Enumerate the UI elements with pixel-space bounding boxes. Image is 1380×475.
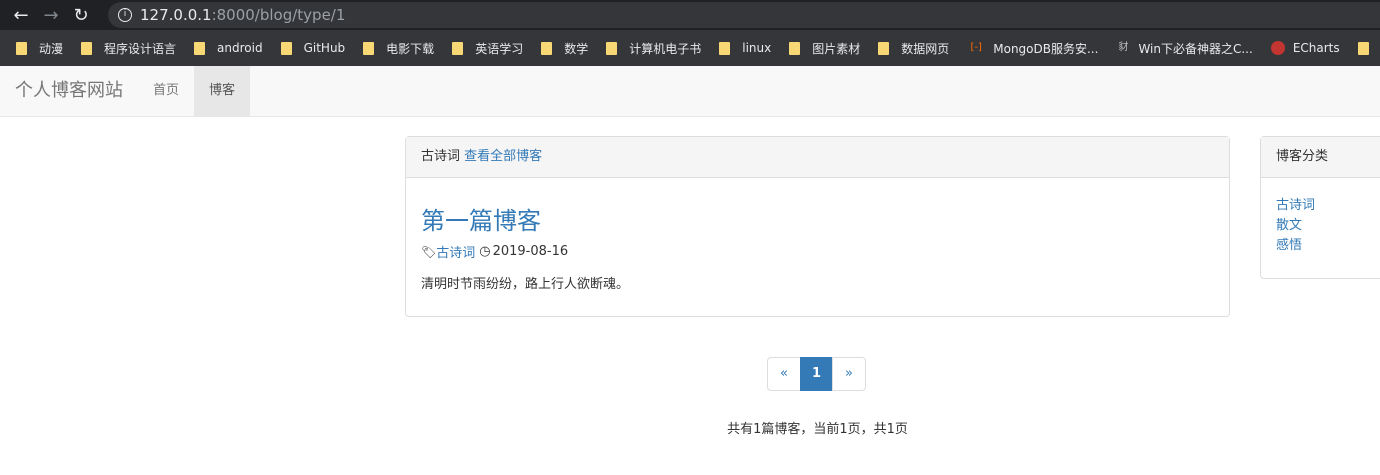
bookmark[interactable]: 数据网页	[878, 40, 949, 57]
bookmark[interactable]: 电影下载	[363, 40, 434, 57]
folder-icon	[789, 41, 801, 55]
bookmark-label: 数学	[564, 41, 589, 56]
navbar: 个人博客网站 首页 博客	[0, 66, 1380, 117]
folder-icon	[452, 41, 464, 55]
bookmark[interactable]: 动漫	[16, 40, 63, 57]
bookmark[interactable]: android	[194, 41, 263, 55]
folder-icon	[194, 41, 206, 55]
echarts-icon	[1270, 41, 1285, 55]
bookmark-label: ECharts	[1292, 41, 1340, 55]
bookmark-label: 动漫	[39, 41, 64, 56]
bookmark[interactable]: 资	[1357, 40, 1380, 57]
bookmark[interactable]: [-] MongoDB服务安...	[967, 40, 1099, 57]
category-link[interactable]: 感悟	[1276, 236, 1380, 256]
bookmark-label: Win下必备神器之C...	[1138, 41, 1253, 56]
post-excerpt: 清明时节雨纷纷，路上行人欲断魂。	[421, 277, 630, 292]
bookmark[interactable]: 图片素材	[789, 40, 860, 57]
info-icon[interactable]: i	[118, 8, 132, 22]
bookmark[interactable]: 程序设计语言	[81, 40, 176, 57]
address-bar[interactable]: i 127.0.0.1:8000/blog/type/1	[108, 2, 1380, 28]
page-1-button[interactable]: 1	[800, 357, 833, 391]
bookmark-label: 电影下载	[386, 41, 435, 56]
category-link[interactable]: 古诗词	[1276, 196, 1380, 216]
category-panel: 博客分类 古诗词 散文 感悟	[1260, 136, 1380, 279]
bookmarks-bar: 动漫 程序设计语言 android GitHub 电影下载 英语学习 数学 计算机电子书 lin…	[0, 30, 1380, 66]
bookmark-label: 数据网页	[901, 41, 950, 56]
aliyun-icon: [-]	[970, 42, 982, 53]
prev-page-button[interactable]: «	[767, 357, 801, 391]
site-icon: 豺	[1118, 42, 1129, 53]
tag-icon: 🏷	[421, 244, 437, 259]
nav-blog[interactable]: 博客	[194, 66, 251, 116]
bookmark[interactable]: 豺 Win下必备神器之C...	[1116, 40, 1252, 57]
category-heading: 博客分类	[1261, 137, 1380, 178]
pagination: « 1 »	[767, 357, 866, 391]
folder-icon	[606, 41, 618, 55]
category-link[interactable]: 散文	[1276, 216, 1380, 236]
blog-list-panel: 古诗词 查看全部博客 第一篇博客 🏷 古诗词 ◷ 2019-08-16 清明时节…	[405, 136, 1230, 317]
bookmark[interactable]: ECharts	[1270, 41, 1340, 55]
bookmark[interactable]: 数学	[541, 40, 588, 57]
bookmark[interactable]: GitHub	[280, 41, 346, 55]
nav-home[interactable]: 首页	[138, 66, 194, 116]
bookmark[interactable]: 英语学习	[452, 40, 523, 57]
post-type-link[interactable]: 古诗词	[436, 242, 475, 261]
panel-heading: 古诗词 查看全部博客	[406, 137, 1229, 178]
folder-icon	[363, 41, 375, 55]
url-path: :8000/blog/type/1	[211, 6, 346, 24]
bookmark-label: 计算机电子书	[629, 41, 702, 56]
bookmark-label: android	[217, 41, 263, 55]
browser-toolbar: ← → ↻ i 127.0.0.1:8000/blog/type/1	[0, 0, 1380, 30]
bookmark[interactable]: linux	[719, 41, 771, 55]
url-host: 127.0.0.1	[140, 6, 212, 24]
view-all-link[interactable]: 查看全部博客	[464, 149, 542, 164]
bookmark-label: 英语学习	[475, 41, 524, 56]
folder-icon	[16, 41, 27, 55]
folder-icon	[81, 41, 93, 55]
bookmark-label: linux	[742, 41, 772, 55]
clock-icon: ◷	[479, 244, 491, 259]
folder-icon	[719, 41, 731, 55]
back-icon[interactable]: ←	[6, 5, 36, 26]
pagination-summary: 共有1篇博客，当前1页，共1页	[727, 422, 908, 437]
forward-icon[interactable]: →	[36, 5, 66, 26]
folder-icon	[878, 41, 890, 55]
folder-icon	[280, 41, 292, 55]
folder-icon	[541, 41, 553, 55]
category-label: 古诗词	[421, 149, 461, 164]
reload-icon[interactable]: ↻	[66, 5, 96, 26]
bookmark-label: GitHub	[303, 41, 346, 55]
bookmark-label: MongoDB服务安...	[993, 41, 1099, 56]
bookmark-label: 程序设计语言	[104, 41, 177, 56]
post-title[interactable]: 第一篇博客	[421, 201, 541, 236]
brand[interactable]: 个人博客网站	[0, 66, 138, 116]
bookmark-label: 图片素材	[812, 41, 861, 56]
post-meta: 🏷 古诗词 ◷ 2019-08-16	[421, 242, 568, 261]
post-date: 2019-08-16	[492, 244, 569, 259]
bookmark[interactable]: 计算机电子书	[606, 40, 701, 57]
folder-icon	[1357, 41, 1369, 55]
next-page-button[interactable]: »	[832, 357, 866, 391]
